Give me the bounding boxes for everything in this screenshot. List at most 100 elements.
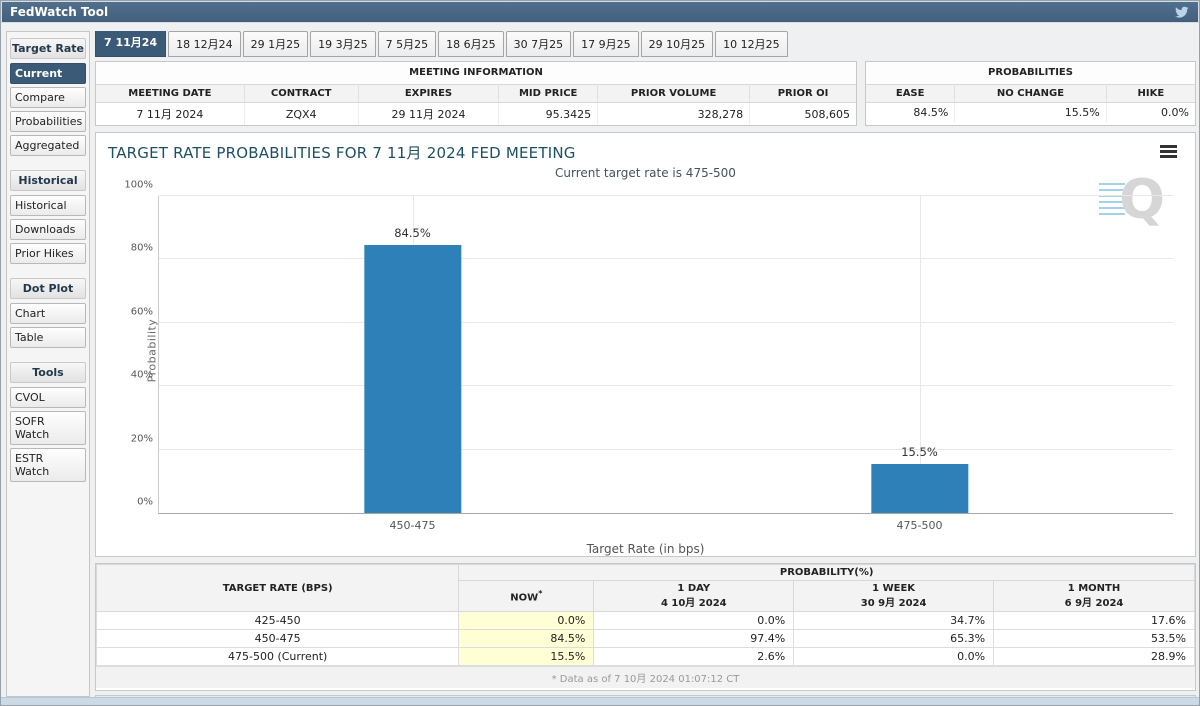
x-tick-475-500: 475-500	[896, 519, 943, 532]
sidebar-header-dot-plot: Dot Plot	[10, 278, 86, 299]
contract-value: ZQX4	[244, 102, 359, 125]
day-cell: 2.6%	[593, 647, 795, 666]
sidebar-item-dot-plot-table[interactable]: Table	[10, 327, 86, 348]
hike-value: 0.0%	[1161, 106, 1189, 119]
col-now: NOW*	[458, 580, 595, 612]
meeting-information-title: MEETING INFORMATION	[96, 62, 856, 84]
sidebar-item-compare[interactable]: Compare	[10, 87, 86, 108]
tab-meeting-7[interactable]: 17 9月25	[573, 31, 639, 57]
now-cell: 15.5%	[458, 647, 595, 666]
bar-label-450-475: 84.5%	[394, 226, 431, 241]
rate-cell: 475-500 (Current)	[95, 647, 460, 666]
y-tick-20: 20%	[130, 433, 153, 445]
probabilities-panel: PROBABILITIES EASE NO CHANGE HIKE 84.5% …	[865, 61, 1196, 126]
col-contract: CONTRACT	[244, 84, 359, 103]
meeting-date-value: 7 11月 2024	[96, 102, 245, 125]
y-tick-40: 40%	[130, 369, 153, 381]
col-1-week: 1 WEEK 30 9月 2024	[793, 580, 995, 612]
probabilities-title: PROBABILITIES	[866, 62, 1195, 84]
y-tick-0: 0%	[137, 496, 153, 508]
table-row: 450-475 84.5% 97.4% 65.3% 53.5%	[95, 629, 1195, 648]
col-group-probability: PROBABILITY(%)	[458, 564, 1195, 581]
y-tick-80: 80%	[130, 242, 153, 254]
sidebar-item-aggregated[interactable]: Aggregated	[10, 135, 86, 156]
sidebar: Target Rate Current Compare Probabilitie…	[6, 31, 90, 697]
now-cell: 0.0%	[458, 611, 595, 630]
sidebar-header-historical: Historical	[10, 170, 86, 191]
week-cell: 0.0%	[793, 647, 995, 666]
sidebar-item-prior-hikes[interactable]: Prior Hikes	[10, 243, 86, 264]
info-row: MEETING INFORMATION MEETING DATE CONTRAC…	[95, 61, 1196, 126]
sidebar-item-current[interactable]: Current	[10, 63, 86, 84]
main-area: 7 11月24 18 12月24 29 1月25 19 3月25 7 5月25 …	[95, 31, 1196, 697]
col-prior-oi: PRIOR OI	[749, 84, 856, 103]
col-1-month: 1 MONTH 6 9月 2024	[993, 580, 1195, 612]
tab-meeting-0[interactable]: 7 11月24	[95, 31, 167, 57]
col-hike: HIKE	[1106, 84, 1195, 103]
bar-475-500	[870, 463, 969, 513]
rate-cell: 450-475	[95, 629, 460, 648]
col-1-day: 1 DAY 4 10月 2024	[593, 580, 795, 612]
ease-value: 84.5%	[866, 102, 956, 122]
y-tick-60: 60%	[130, 306, 153, 318]
meeting-tab-bar: 7 11月24 18 12月24 29 1月25 19 3月25 7 5月25 …	[95, 31, 1196, 57]
probabilities-table: EASE NO CHANGE HIKE 84.5% 15.5% 0.0%	[866, 84, 1195, 122]
meeting-information-table: MEETING DATE CONTRACT EXPIRES MID PRICE …	[96, 84, 856, 125]
day-cell: 97.4%	[593, 629, 795, 648]
prior-volume-value: 328,278	[597, 102, 751, 125]
twitter-icon[interactable]	[1174, 5, 1190, 19]
month-cell: 53.5%	[993, 629, 1195, 648]
expires-value: 29 11月 2024	[358, 102, 500, 125]
month-cell: 17.6%	[993, 611, 1195, 630]
bar-450-475	[363, 245, 462, 513]
tab-meeting-1[interactable]: 18 12月24	[168, 31, 241, 57]
col-mid-price: MID PRICE	[498, 84, 599, 103]
x-axis-title: Target Rate (in bps)	[586, 542, 705, 556]
col-no-change: NO CHANGE	[954, 84, 1107, 103]
month-cell: 28.9%	[993, 647, 1195, 666]
rate-cell: 425-450	[95, 611, 460, 630]
sidebar-item-downloads[interactable]: Downloads	[10, 219, 86, 240]
sidebar-header-tools: Tools	[10, 362, 86, 383]
col-meeting-date: MEETING DATE	[96, 84, 245, 103]
probability-history-table: TARGET RATE (BPS) PROBABILITY(%) NOW* 1 …	[95, 564, 1195, 666]
sidebar-item-historical[interactable]: Historical	[10, 195, 86, 216]
sidebar-item-estr-watch[interactable]: ESTR Watch	[10, 448, 86, 482]
tab-meeting-5[interactable]: 18 6月25	[438, 31, 504, 57]
tab-meeting-6[interactable]: 30 7月25	[505, 31, 572, 57]
col-prior-volume: PRIOR VOLUME	[597, 84, 751, 103]
title-bar: FedWatch Tool	[1, 1, 1199, 23]
probability-history-panel: TARGET RATE (BPS) PROBABILITY(%) NOW* 1 …	[95, 563, 1196, 691]
tab-meeting-8[interactable]: 29 10月25	[640, 31, 714, 57]
bar-label-475-500: 15.5%	[901, 444, 938, 459]
tab-meeting-4[interactable]: 7 5月25	[377, 31, 437, 57]
tab-meeting-9[interactable]: 10 12月25	[715, 31, 788, 57]
mid-price-value: 95.3425	[498, 102, 599, 125]
week-cell: 34.7%	[793, 611, 995, 630]
tab-meeting-2[interactable]: 29 1月25	[242, 31, 309, 57]
col-ease: EASE	[866, 84, 956, 103]
fedwatch-window: FedWatch Tool Target Rate Current Compar…	[0, 0, 1200, 706]
sidebar-item-probabilities[interactable]: Probabilities	[10, 111, 86, 132]
plot-area: Probability 0% 20% 40% 60% 80% 100% 84.5…	[124, 180, 1173, 532]
now-cell: 84.5%	[458, 629, 595, 648]
data-as-of-footnote: * Data as of 7 10月 2024 01:07:12 CT	[96, 666, 1195, 688]
sidebar-item-dot-plot-chart[interactable]: Chart	[10, 303, 86, 324]
table-row: 475-500 (Current) 15.5% 2.6% 0.0% 28.9%	[95, 647, 1195, 666]
prior-oi-value: 508,605	[804, 107, 851, 121]
sidebar-header-target-rate: Target Rate	[10, 38, 86, 59]
day-cell: 0.0%	[593, 611, 795, 630]
week-cell: 65.3%	[793, 629, 995, 648]
meeting-information-panel: MEETING INFORMATION MEETING DATE CONTRAC…	[95, 61, 857, 126]
sidebar-item-cvol[interactable]: CVOL	[10, 387, 86, 408]
chart-menu-icon[interactable]	[1160, 145, 1177, 160]
bottom-strip	[1, 697, 1199, 705]
tab-meeting-3[interactable]: 19 3月25	[310, 31, 376, 57]
target-rate-chart-panel: TARGET RATE PROBABILITIES FOR 7 11月 2024…	[95, 132, 1196, 557]
sidebar-item-sofr-watch[interactable]: SOFR Watch	[10, 411, 86, 445]
no-change-value: 15.5%	[954, 102, 1107, 122]
chart-title: TARGET RATE PROBABILITIES FOR 7 11月 2024…	[108, 144, 576, 162]
app-title: FedWatch Tool	[10, 5, 109, 19]
x-tick-450-475: 450-475	[389, 519, 436, 532]
table-row: 425-450 0.0% 0.0% 34.7% 17.6%	[95, 611, 1195, 630]
